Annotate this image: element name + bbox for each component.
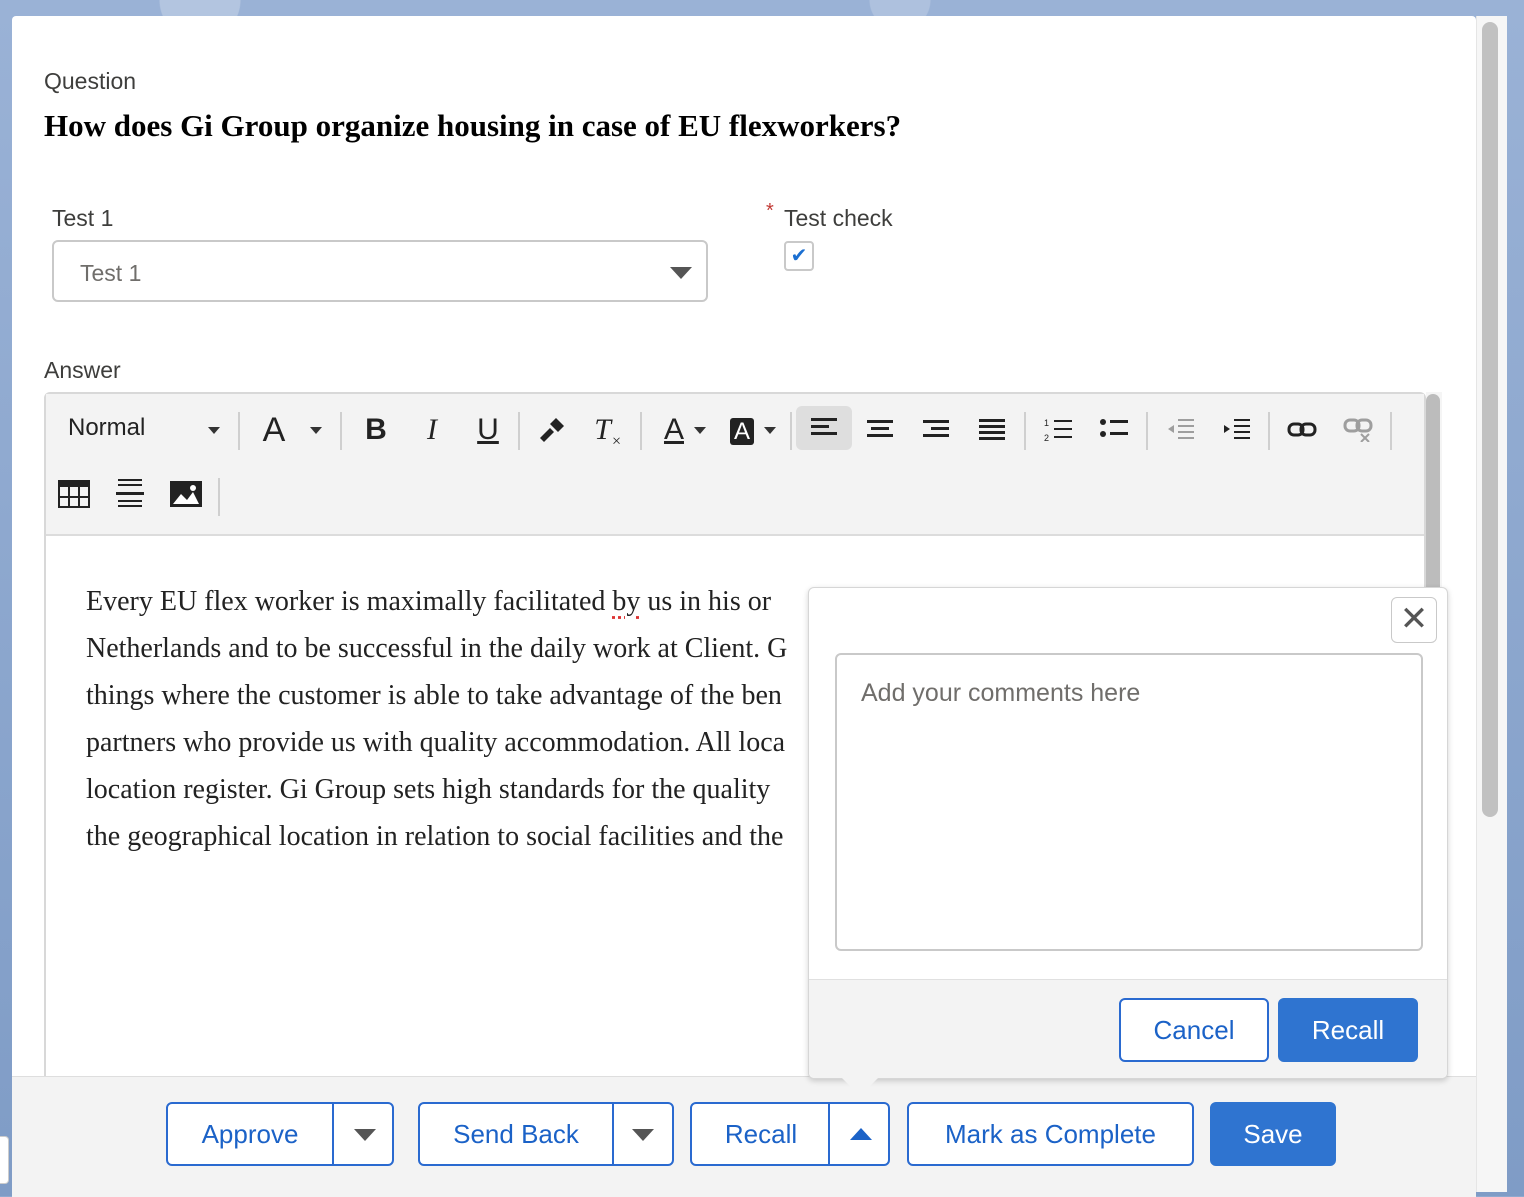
- format-painter-icon[interactable]: [530, 408, 574, 452]
- recall-comment-popover: ✕ Add your comments here Cancel Recall: [808, 587, 1448, 1079]
- popover-footer: Cancel Recall: [809, 979, 1447, 1078]
- chevron-up-icon[interactable]: [850, 1128, 872, 1140]
- bg-color-dropdown-icon[interactable]: [764, 427, 776, 434]
- close-icon[interactable]: ✕: [1391, 597, 1437, 643]
- answer-line: partners who provide us with quality acc…: [86, 719, 806, 766]
- bullet-list-icon[interactable]: [1092, 408, 1136, 452]
- answer-line: location register. Gi Group sets high st…: [86, 766, 806, 813]
- toolbar-separator: [340, 412, 342, 450]
- outdent-icon[interactable]: [1158, 408, 1202, 452]
- toolbar-separator: [1390, 412, 1392, 450]
- text-color-dropdown-icon[interactable]: [694, 427, 706, 434]
- mark-complete-button[interactable]: Mark as Complete: [907, 1102, 1194, 1166]
- italic-button[interactable]: I: [410, 408, 454, 452]
- toolbar-separator: [238, 412, 240, 450]
- split-divider: [612, 1104, 614, 1164]
- test1-select[interactable]: Test 1: [52, 240, 708, 302]
- align-center-icon[interactable]: [858, 408, 902, 452]
- svg-text:1: 1: [1044, 418, 1049, 428]
- test1-label: Test 1: [52, 205, 113, 232]
- answer-line: Every EU flex worker is maximally facili…: [86, 578, 806, 625]
- approve-dropdown-icon[interactable]: [354, 1129, 376, 1141]
- spellcheck-word: by: [612, 586, 640, 617]
- toolbar-separator: [518, 412, 520, 450]
- toolbar-separator: [640, 412, 642, 450]
- bold-button[interactable]: B: [354, 408, 398, 452]
- text-color-button[interactable]: A: [652, 408, 696, 452]
- approve-button[interactable]: Approve: [168, 1104, 332, 1164]
- svg-text:2: 2: [1044, 433, 1049, 443]
- question-label: Question: [44, 68, 136, 95]
- font-size-button[interactable]: A: [252, 408, 296, 452]
- checkmark-icon: ✔: [791, 245, 808, 267]
- editor-toolbar: Normal A B I U T× A A 12: [46, 394, 1424, 536]
- question-title: How does Gi Group organize housing in ca…: [44, 108, 901, 144]
- answer-line: Netherlands and to be successful in the …: [86, 625, 806, 672]
- save-button[interactable]: Save: [1210, 1102, 1336, 1166]
- page-scrollbar-thumb[interactable]: [1482, 22, 1498, 817]
- align-left-icon[interactable]: [796, 406, 852, 450]
- underline-button[interactable]: U: [466, 408, 510, 452]
- test-check-checkbox[interactable]: ✔: [784, 241, 814, 271]
- test1-select-value: Test 1: [80, 260, 141, 287]
- align-right-icon[interactable]: [914, 408, 958, 452]
- table-icon[interactable]: [52, 472, 96, 516]
- answer-line: the geographical location in relation to…: [86, 813, 806, 860]
- test-check-label: Test check: [784, 205, 893, 232]
- toolbar-separator: [790, 412, 792, 450]
- font-size-dropdown-icon[interactable]: [310, 427, 322, 434]
- cancel-button[interactable]: Cancel: [1119, 998, 1269, 1062]
- required-marker: *: [766, 200, 774, 223]
- editor-scrollbar-thumb[interactable]: [1426, 394, 1440, 604]
- answer-line-text: us in his or: [640, 586, 771, 617]
- answer-label: Answer: [44, 357, 121, 384]
- numbered-list-icon[interactable]: 12: [1036, 408, 1080, 452]
- send-back-button[interactable]: Send Back: [420, 1104, 612, 1164]
- bg-color-glyph: A: [730, 418, 754, 445]
- recall-button[interactable]: Recall: [692, 1104, 830, 1164]
- send-back-dropdown-icon[interactable]: [632, 1129, 654, 1141]
- format-select[interactable]: Normal: [68, 414, 145, 442]
- unlink-icon[interactable]: [1336, 408, 1380, 452]
- comment-placeholder: Add your comments here: [861, 679, 1140, 708]
- horizontal-rule-icon[interactable]: [108, 472, 152, 516]
- approve-split-button: Approve: [166, 1102, 394, 1166]
- split-divider: [332, 1104, 334, 1164]
- clear-format-icon[interactable]: T×: [586, 408, 630, 452]
- answer-line: things where the customer is able to tak…: [86, 672, 806, 719]
- toolbar-separator: [218, 478, 220, 516]
- toolbar-separator: [1268, 412, 1270, 450]
- recall-split-button: Recall: [690, 1102, 890, 1166]
- format-dropdown-icon[interactable]: [208, 427, 220, 434]
- comment-textarea[interactable]: Add your comments here: [835, 653, 1423, 951]
- split-divider: [828, 1104, 830, 1164]
- image-icon[interactable]: [164, 472, 208, 516]
- send-back-split-button: Send Back: [418, 1102, 674, 1166]
- justify-icon[interactable]: [970, 408, 1014, 452]
- toolbar-separator: [1024, 412, 1026, 450]
- recall-submit-button[interactable]: Recall: [1278, 998, 1418, 1062]
- link-icon[interactable]: [1280, 408, 1324, 452]
- clear-format-glyph: T: [594, 413, 611, 446]
- popover-arrow: [840, 1076, 880, 1096]
- answer-content[interactable]: Every EU flex worker is maximally facili…: [86, 578, 806, 860]
- chevron-down-icon: [670, 267, 692, 279]
- toolbar-separator: [1146, 412, 1148, 450]
- indent-icon[interactable]: [1214, 408, 1258, 452]
- answer-line-text: Every EU flex worker is maximally facili…: [86, 586, 612, 617]
- side-tab[interactable]: [0, 1136, 9, 1184]
- background-color-button[interactable]: A: [720, 408, 764, 452]
